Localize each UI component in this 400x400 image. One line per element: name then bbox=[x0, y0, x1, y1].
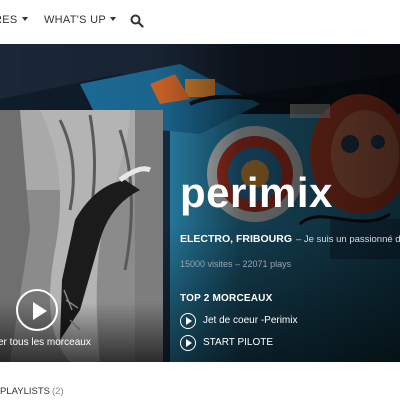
top-navbar: RES WHAT'S UP bbox=[0, 0, 400, 44]
track-title[interactable]: Jet de coeur -Perimix bbox=[203, 315, 297, 326]
track-item[interactable]: START PILOTE bbox=[180, 335, 400, 351]
artist-genre: ELECTRO, FRIBOURG bbox=[180, 233, 292, 245]
play-all-label[interactable]: er tous les morceaux bbox=[0, 337, 91, 348]
play-all-button[interactable] bbox=[16, 289, 58, 331]
playlists-heading[interactable]: PLAYLISTS (2) bbox=[0, 386, 64, 397]
track-title[interactable]: START PILOTE bbox=[203, 337, 273, 348]
track-item[interactable]: Jet de coeur -Perimix bbox=[180, 313, 400, 329]
play-icon[interactable] bbox=[180, 313, 196, 329]
artist-description: – Je suis un passionné de m bbox=[296, 234, 400, 245]
nav-genres-menu[interactable]: RES bbox=[0, 14, 28, 26]
top-tracks-title: TOP 2 MORCEAUX bbox=[180, 293, 273, 304]
nav-whatsup-menu[interactable]: WHAT'S UP bbox=[44, 14, 117, 26]
nav-genres-label: RES bbox=[0, 14, 18, 26]
artist-stats: 15000 visites – 22071 plays bbox=[180, 259, 292, 269]
caret-down-icon bbox=[110, 17, 117, 22]
playlists-count: (2) bbox=[52, 386, 64, 397]
artist-name: perimix bbox=[180, 169, 333, 216]
caret-down-icon bbox=[21, 17, 28, 22]
search-icon[interactable] bbox=[130, 14, 144, 28]
play-icon[interactable] bbox=[180, 335, 196, 351]
nav-whatsup-label: WHAT'S UP bbox=[44, 14, 107, 26]
artist-genre-line: ELECTRO, FRIBOURG – Je suis un passionné … bbox=[180, 233, 400, 245]
playlists-label: PLAYLISTS bbox=[0, 386, 50, 397]
